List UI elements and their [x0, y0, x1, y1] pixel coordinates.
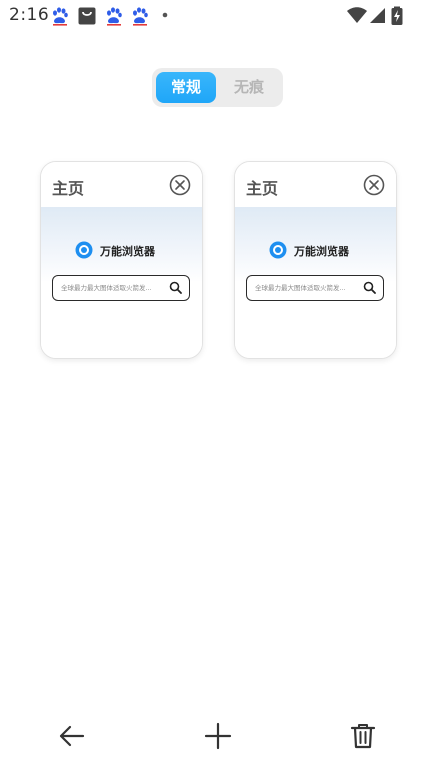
- status-time: 2:16: [9, 5, 50, 25]
- wifi-icon: [347, 7, 367, 23]
- preview-search-placeholder: 全球最力最大图体适取火箭发...: [255, 284, 346, 292]
- tab-card-header: 主页: [235, 162, 396, 207]
- search-icon: [169, 281, 182, 294]
- tab-card-title: 主页: [246, 179, 279, 198]
- tab-normal-mode[interactable]: 常规: [156, 72, 216, 103]
- battery-charging-icon: [391, 6, 403, 25]
- mode-switch: 常规 无痕: [152, 68, 283, 107]
- tab-card[interactable]: 主页 万能浏览器 全球最力最大图体适取火箭发...: [40, 161, 203, 359]
- back-arrow-icon[interactable]: [57, 721, 87, 751]
- preview-search-box: 全球最力最大图体适取火箭发...: [246, 275, 384, 301]
- preview-brand-name: 万能浏览器: [100, 245, 155, 258]
- browser-logo-icon: [75, 241, 93, 259]
- status-bar: 2:16: [0, 0, 436, 32]
- trash-icon[interactable]: [348, 721, 378, 751]
- browser-logo-icon: [269, 241, 287, 259]
- search-icon: [363, 281, 376, 294]
- tab-preview: 万能浏览器 全球最力最大图体适取火箭发...: [41, 207, 202, 358]
- preview-search-box: 全球最力最大图体适取火箭发...: [52, 275, 190, 301]
- close-icon[interactable]: [363, 174, 385, 196]
- tab-preview: 万能浏览器 全球最力最大图体适取火箭发...: [235, 207, 396, 358]
- dot-icon: [162, 12, 168, 18]
- baidu-paw-icon: [107, 7, 122, 26]
- bottom-toolbar: [0, 706, 436, 766]
- tab-card-title: 主页: [52, 179, 85, 198]
- plus-icon[interactable]: [203, 721, 233, 751]
- shopping-bag-icon: [78, 7, 96, 25]
- preview-brand-name: 万能浏览器: [294, 245, 349, 258]
- tab-manager-screen: 2:16 常规 无痕 主页 万能浏览器 全球最力最大图体适取火箭发... 主页 …: [0, 0, 436, 775]
- tab-card-header: 主页: [41, 162, 202, 207]
- baidu-paw-icon: [133, 7, 148, 26]
- tab-incognito-mode[interactable]: 无痕: [218, 72, 280, 103]
- baidu-paw-icon: [53, 7, 68, 26]
- close-icon[interactable]: [169, 174, 191, 196]
- preview-search-placeholder: 全球最力最大图体适取火箭发...: [61, 284, 152, 292]
- cell-signal-icon: [370, 8, 385, 23]
- tab-card[interactable]: 主页 万能浏览器 全球最力最大图体适取火箭发...: [234, 161, 397, 359]
